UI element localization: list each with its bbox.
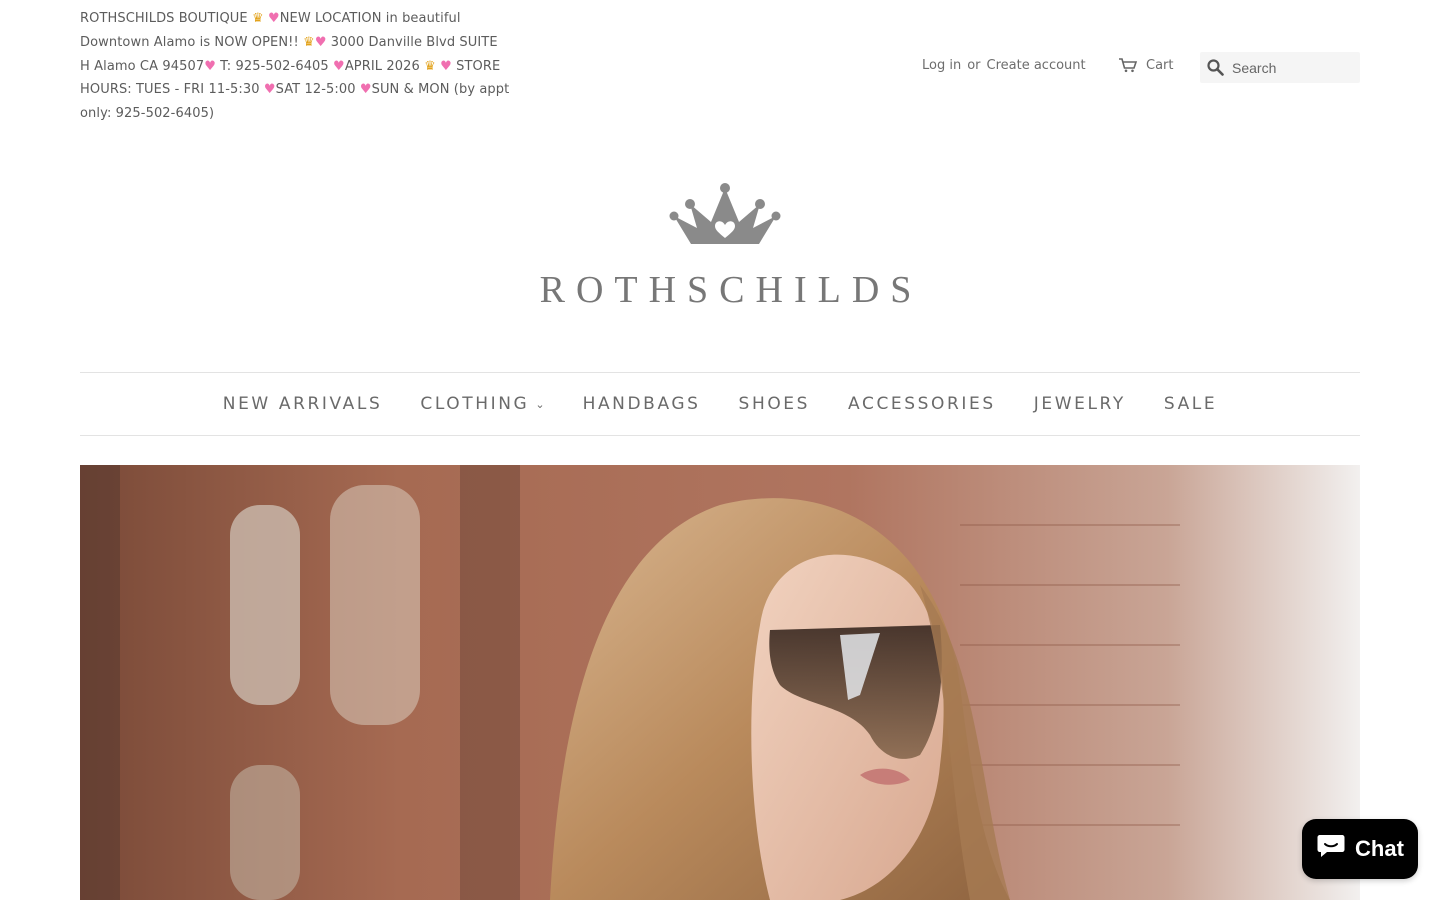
announcement-april: APRIL 2026 — [344, 58, 425, 74]
search-input[interactable] — [1230, 58, 1354, 77]
crown-emoji-icon: ♛ — [424, 58, 436, 74]
announcement-boutique: ROTHSCHILDS BOUTIQUE — [80, 11, 252, 26]
announcement-phone: T: 925-502-6405 — [215, 58, 334, 74]
nav-item-label: SHOES — [738, 394, 811, 414]
nav-item-new-arrivals[interactable]: NEW ARRIVALS — [223, 394, 383, 414]
nav-item-label: JEWELRY — [1033, 394, 1126, 414]
cart-label: Cart — [1146, 57, 1174, 73]
cart-link[interactable]: Cart — [1118, 57, 1174, 73]
heart-emoji-icon: ♥ — [263, 82, 276, 98]
nav-item-label: ACCESSORIES — [848, 394, 996, 414]
nav-item-jewelry[interactable]: JEWELRY — [1034, 394, 1126, 414]
nav-item-label: NEW ARRIVALS — [222, 394, 383, 414]
chat-bubble-icon — [1316, 833, 1346, 865]
chat-label: Chat — [1355, 836, 1404, 861]
crown-logo-icon — [669, 183, 781, 244]
cart-icon — [1118, 57, 1138, 73]
chat-widget-button[interactable]: Chat — [1302, 819, 1418, 879]
nav-item-sale[interactable]: SALE — [1164, 394, 1217, 414]
announcement-saturday: SAT 12-5:00 — [275, 82, 360, 98]
or-separator: or — [967, 58, 981, 73]
nav-item-label: SALE — [1163, 394, 1218, 414]
crown-emoji-icon: ♛ — [303, 34, 315, 50]
login-link[interactable]: Log in — [922, 58, 961, 73]
account-links: Log in or Create account — [922, 58, 1086, 73]
hero-photo-illustration — [80, 465, 1360, 900]
crown-emoji-icon: ♛ — [251, 11, 264, 26]
nav-item-handbags[interactable]: HANDBAGS — [583, 394, 701, 414]
heart-emoji-icon: ♥ — [204, 58, 216, 74]
heart-emoji-icon: ♥ — [440, 58, 452, 74]
create-account-link[interactable]: Create account — [987, 58, 1086, 73]
nav-item-label: HANDBAGS — [582, 394, 701, 414]
search-icon[interactable] — [1207, 59, 1224, 76]
hero-banner-image[interactable] — [80, 465, 1360, 900]
search-box — [1200, 52, 1360, 83]
main-navigation: NEW ARRIVALS CLOTHING ⌄ HANDBAGS SHOES AC… — [80, 372, 1360, 436]
chevron-down-icon: ⌄ — [535, 397, 545, 411]
heart-emoji-icon: ♥ — [267, 11, 280, 26]
nav-item-clothing[interactable]: CLOTHING ⌄ — [420, 394, 544, 414]
nav-item-accessories[interactable]: ACCESSORIES — [848, 394, 996, 414]
heart-emoji-icon: ♥ — [314, 34, 327, 50]
store-announcement: ROTHSCHILDS BOUTIQUE ♛ ♥NEW LOCATION in … — [80, 7, 510, 126]
nav-item-label: CLOTHING — [420, 394, 530, 414]
heart-emoji-icon: ♥ — [359, 82, 372, 98]
store-logo[interactable]: ROTHSCHILDS — [505, 182, 945, 322]
heart-emoji-icon: ♥ — [333, 58, 345, 74]
nav-item-shoes[interactable]: SHOES — [739, 394, 811, 414]
store-name-wordmark: ROTHSCHILDS — [539, 269, 923, 311]
